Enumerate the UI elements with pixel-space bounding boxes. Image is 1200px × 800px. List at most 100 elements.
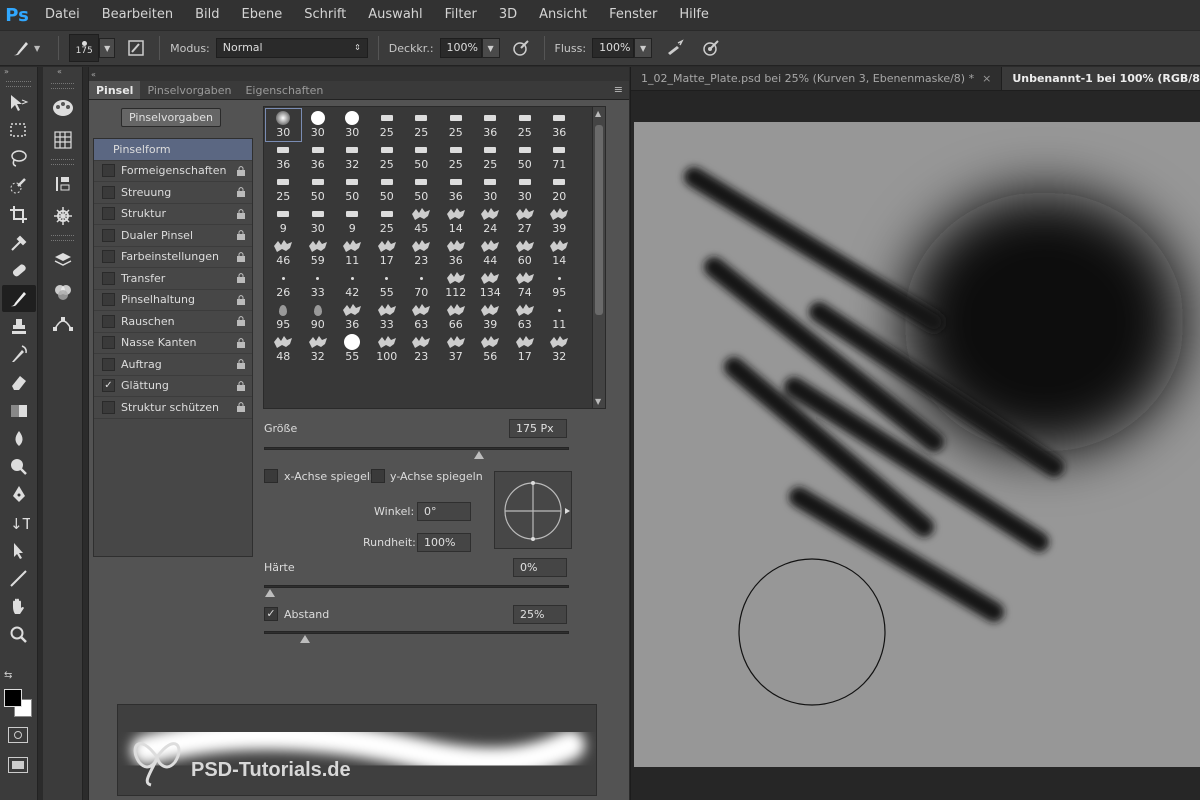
flow-input[interactable]: 100%	[592, 38, 635, 58]
brush-tip[interactable]: 25	[404, 109, 439, 141]
lock-icon[interactable]	[236, 251, 246, 265]
brush-tip[interactable]: 30	[335, 109, 370, 141]
dock-grip-3[interactable]	[51, 235, 74, 241]
size-slider[interactable]	[264, 447, 569, 459]
brush-option-formeigenschaften[interactable]: Formeigenschaften	[94, 161, 252, 182]
brush-tip[interactable]: 23	[404, 333, 439, 365]
channels-panel-icon[interactable]	[45, 277, 81, 307]
brush-tip[interactable]: 42	[335, 269, 370, 301]
brush-tip[interactable]: 70	[404, 269, 439, 301]
brush-option-checkbox[interactable]	[102, 228, 115, 242]
doc-tab-matte-plate[interactable]: 1_02_Matte_Plate.psd bei 25% (Kurven 3, …	[631, 67, 1003, 90]
hardness-slider-knob[interactable]	[265, 589, 275, 597]
brush-tip[interactable]: 36	[439, 173, 474, 205]
menu-3d[interactable]: 3D	[488, 0, 528, 30]
airbrush-icon[interactable]	[662, 35, 688, 61]
menu-ebene[interactable]: Ebene	[231, 0, 294, 30]
brush-tip[interactable]: 36	[439, 237, 474, 269]
brush-tip[interactable]: 32	[301, 333, 336, 365]
brush-tip[interactable]: 9	[266, 205, 301, 237]
hand-tool-icon[interactable]	[2, 593, 36, 620]
brush-tip[interactable]: 14	[439, 205, 474, 237]
panel-collapse-icon[interactable]: «	[89, 70, 96, 79]
flip-x-checkbox[interactable]	[264, 469, 278, 483]
brush-tip[interactable]: 26	[266, 269, 301, 301]
brush-option-checkbox[interactable]	[102, 271, 115, 285]
brush-option-checkbox[interactable]	[102, 314, 115, 328]
flip-y-checkbox[interactable]	[371, 469, 385, 483]
brush-option-nasse-kanten[interactable]: Nasse Kanten	[94, 333, 252, 354]
brush-tip[interactable]: 50	[370, 173, 405, 205]
brush-tip[interactable]: 112	[439, 269, 474, 301]
menu-bearbeiten[interactable]: Bearbeiten	[91, 0, 184, 30]
spacing-slider[interactable]	[264, 631, 569, 643]
brush-tip[interactable]: 14	[542, 237, 577, 269]
move-tool-icon[interactable]	[2, 89, 36, 116]
menu-fenster[interactable]: Fenster	[598, 0, 668, 30]
brush-tip[interactable]: 95	[266, 301, 301, 333]
menu-ansicht[interactable]: Ansicht	[528, 0, 598, 30]
brush-tool-icon[interactable]	[2, 285, 36, 312]
brush-option-transfer[interactable]: Transfer	[94, 268, 252, 290]
brush-option-checkbox[interactable]	[102, 357, 115, 371]
line-tool-icon[interactable]	[2, 565, 36, 592]
marquee-tool-icon[interactable]	[2, 117, 36, 144]
layers-panel-icon[interactable]	[45, 245, 81, 275]
brush-tip[interactable]: 25	[370, 109, 405, 141]
eraser-tool-icon[interactable]	[2, 369, 36, 396]
brush-tip[interactable]: 23	[404, 237, 439, 269]
brush-tip[interactable]: 33	[301, 269, 336, 301]
brush-tip[interactable]: 39	[542, 205, 577, 237]
type-tool-icon[interactable]: ↓T	[2, 509, 36, 536]
blur-tool-icon[interactable]	[2, 425, 36, 452]
hardness-slider[interactable]	[264, 585, 569, 597]
quick-mask-icon[interactable]	[8, 727, 28, 743]
brush-tip[interactable]: 59	[301, 237, 336, 269]
brush-option-checkbox[interactable]	[102, 207, 115, 221]
menu-auswahl[interactable]: Auswahl	[357, 0, 433, 30]
history-panel-icon[interactable]	[45, 169, 81, 199]
brush-tip[interactable]: 66	[439, 301, 474, 333]
brush-tip[interactable]: 100	[370, 333, 405, 365]
brush-option-checkbox[interactable]	[102, 164, 115, 178]
lock-icon[interactable]	[236, 165, 246, 179]
tab-eigenschaften[interactable]: Eigenschaften	[238, 81, 330, 99]
lock-icon[interactable]	[236, 229, 246, 243]
tool-preset-chevron-icon[interactable]: ▼	[34, 44, 40, 53]
panel-menu-icon[interactable]: ≡	[614, 83, 623, 96]
menu-hilfe[interactable]: Hilfe	[668, 0, 720, 30]
brush-tip[interactable]: 9	[335, 205, 370, 237]
brush-option-checkbox[interactable]	[102, 293, 115, 307]
spacing-input[interactable]: 25%	[513, 605, 567, 624]
brush-option-checkbox[interactable]	[102, 250, 115, 264]
zoom-tool-icon[interactable]	[2, 621, 36, 648]
brush-option-farbeinstellungen[interactable]: Farbeinstellungen	[94, 247, 252, 268]
brush-tip[interactable]: 25	[508, 109, 543, 141]
brush-option-gl-ttung[interactable]: ✓ Glättung	[94, 376, 252, 397]
pen-tool-icon[interactable]	[2, 481, 36, 508]
lasso-tool-icon[interactable]	[2, 145, 36, 172]
panel-header[interactable]: «	[89, 67, 629, 81]
toolbar-grip[interactable]	[6, 81, 31, 87]
brush-option-struktur-sch-tzen[interactable]: Struktur schützen	[94, 397, 252, 419]
tab-pinselvorgaben[interactable]: Pinselvorgaben	[140, 81, 238, 99]
swap-colors-icon[interactable]: ⇆	[4, 670, 12, 681]
eyedropper-tool-icon[interactable]	[2, 229, 36, 256]
color-panel-icon[interactable]	[45, 93, 81, 123]
brush-option-auftrag[interactable]: Auftrag	[94, 354, 252, 376]
dock-collapse-icon[interactable]: «	[43, 67, 82, 79]
brush-tip-scrollbar[interactable]: ▲ ▼	[592, 107, 605, 408]
brush-option-checkbox[interactable]	[102, 185, 115, 199]
brush-panel-toggle-icon[interactable]	[123, 35, 149, 61]
brush-tip[interactable]: 50	[301, 173, 336, 205]
brush-tip[interactable]: 32	[335, 141, 370, 173]
lock-icon[interactable]	[236, 380, 246, 394]
opacity-input[interactable]: 100%	[439, 38, 482, 58]
brush-option-rauschen[interactable]: Rauschen	[94, 311, 252, 333]
brush-tip[interactable]: 90	[301, 301, 336, 333]
healing-brush-tool-icon[interactable]	[2, 257, 36, 284]
brush-tip[interactable]: 37	[439, 333, 474, 365]
angle-roundness-widget[interactable]	[494, 471, 572, 549]
spacing-slider-knob[interactable]	[300, 635, 311, 643]
crop-tool-icon[interactable]	[2, 201, 36, 228]
